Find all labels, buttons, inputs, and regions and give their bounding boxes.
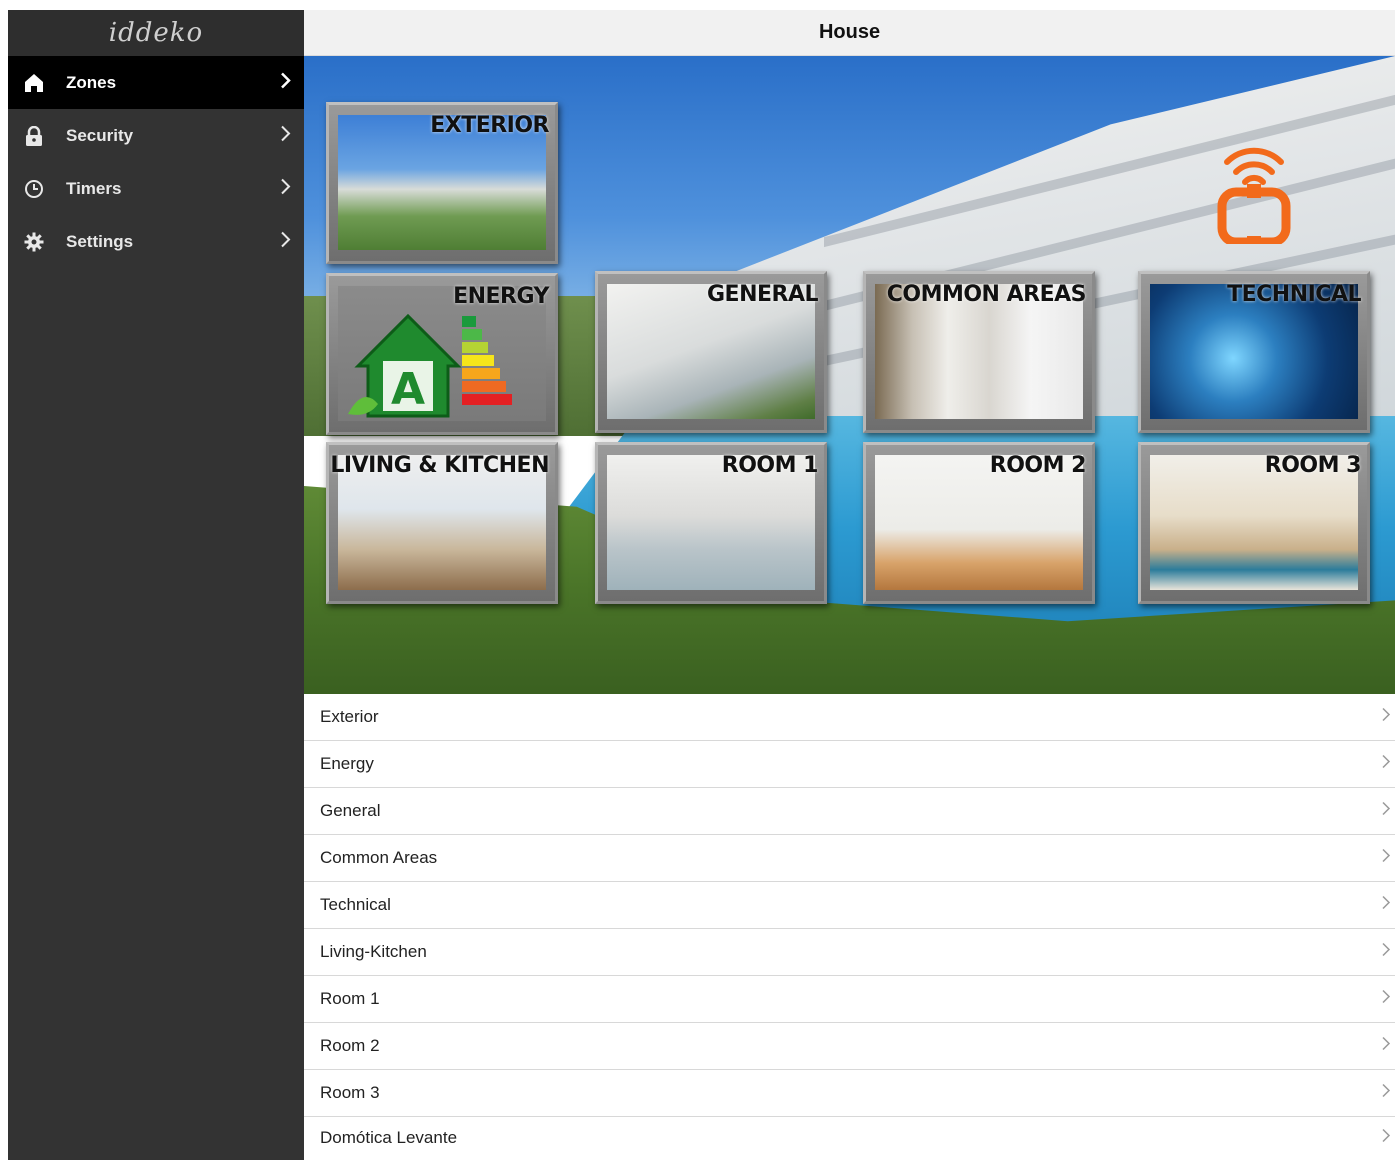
tile-common-areas[interactable]: COMMON AREAS bbox=[863, 271, 1095, 433]
list-item-label: Domótica Levante bbox=[320, 1128, 458, 1147]
tile-label: ROOM 1 bbox=[721, 453, 819, 478]
chevron-right-icon bbox=[1381, 989, 1391, 1010]
sidebar-item-timers[interactable]: Timers bbox=[8, 162, 304, 215]
list-item-label: General bbox=[320, 801, 381, 820]
list-item-label: Energy bbox=[320, 754, 374, 773]
sidebar-item-settings[interactable]: Settings bbox=[8, 215, 304, 268]
chevron-right-icon bbox=[280, 177, 292, 200]
lock-icon bbox=[24, 125, 44, 146]
zone-list: Exterior Energy General Common Areas Tec… bbox=[304, 694, 1395, 1159]
list-item-label: Living-Kitchen bbox=[320, 942, 427, 961]
clock-icon bbox=[24, 179, 44, 199]
tile-label: TECHNICAL bbox=[1227, 282, 1361, 307]
chevron-right-icon bbox=[1381, 895, 1391, 916]
home-icon bbox=[24, 73, 44, 93]
chevron-right-icon bbox=[280, 71, 292, 94]
tile-label: LIVING & KITCHEN bbox=[330, 453, 549, 478]
chevron-right-icon bbox=[280, 124, 292, 147]
tile-technical[interactable]: TECHNICAL bbox=[1138, 271, 1370, 433]
sidebar-item-label: Zones bbox=[66, 72, 117, 92]
list-item[interactable]: Room 3 bbox=[304, 1070, 1395, 1117]
app-logo: iddeko bbox=[8, 10, 304, 56]
list-item[interactable]: General bbox=[304, 788, 1395, 835]
tile-general[interactable]: GENERAL bbox=[595, 271, 827, 433]
list-item-label: Room 1 bbox=[320, 989, 380, 1008]
list-item-label: Technical bbox=[320, 895, 391, 914]
list-item[interactable]: Technical bbox=[304, 882, 1395, 929]
list-item[interactable]: Room 1 bbox=[304, 976, 1395, 1023]
list-item-label: Exterior bbox=[320, 707, 379, 726]
zones-scene: EXTERIOR A ENERGY GENERAL COMMON AREAS T… bbox=[304, 56, 1395, 694]
list-item[interactable]: Exterior bbox=[304, 694, 1395, 741]
page-title: House bbox=[304, 10, 1395, 56]
tile-label: EXTERIOR bbox=[430, 113, 549, 138]
wifi-logo-icon bbox=[1209, 124, 1299, 247]
chevron-right-icon bbox=[1381, 1036, 1391, 1057]
tile-label: ROOM 3 bbox=[1264, 453, 1362, 478]
tile-label: ROOM 2 bbox=[989, 453, 1087, 478]
sidebar-item-label: Settings bbox=[66, 231, 134, 251]
tile-room-1[interactable]: ROOM 1 bbox=[595, 442, 827, 604]
list-item[interactable]: Living-Kitchen bbox=[304, 929, 1395, 976]
chevron-right-icon bbox=[280, 230, 292, 253]
list-item[interactable]: Common Areas bbox=[304, 835, 1395, 882]
chevron-right-icon bbox=[1381, 1128, 1391, 1149]
tile-energy[interactable]: A ENERGY bbox=[326, 273, 558, 435]
sidebar-item-label: Security bbox=[66, 125, 134, 145]
list-item[interactable]: Domótica Levante bbox=[304, 1117, 1395, 1159]
chevron-right-icon bbox=[1381, 1083, 1391, 1104]
list-item[interactable]: Room 2 bbox=[304, 1023, 1395, 1070]
chevron-right-icon bbox=[1381, 801, 1391, 822]
chevron-right-icon bbox=[1381, 754, 1391, 775]
list-item[interactable]: Energy bbox=[304, 741, 1395, 788]
sidebar-item-security[interactable]: Security bbox=[8, 109, 304, 162]
tile-room-2[interactable]: ROOM 2 bbox=[863, 442, 1095, 604]
tile-label: ENERGY bbox=[453, 284, 549, 309]
energy-grade-letter: A bbox=[391, 364, 425, 415]
tile-room-3[interactable]: ROOM 3 bbox=[1138, 442, 1370, 604]
tile-living-kitchen[interactable]: LIVING & KITCHEN bbox=[326, 442, 558, 604]
chevron-right-icon bbox=[1381, 942, 1391, 963]
tile-label: GENERAL bbox=[706, 282, 819, 307]
sidebar: iddeko Zones Security Timers Settings bbox=[8, 10, 304, 1160]
sidebar-item-label: Timers bbox=[66, 178, 122, 198]
chevron-right-icon bbox=[1381, 707, 1391, 728]
sidebar-item-zones[interactable]: Zones bbox=[8, 56, 304, 109]
tile-exterior[interactable]: EXTERIOR bbox=[326, 102, 558, 264]
tile-label: COMMON AREAS bbox=[886, 282, 1087, 307]
chevron-right-icon bbox=[1381, 848, 1391, 869]
gear-icon bbox=[24, 232, 44, 252]
list-item-label: Room 2 bbox=[320, 1036, 380, 1055]
list-item-label: Room 3 bbox=[320, 1083, 380, 1102]
list-item-label: Common Areas bbox=[320, 848, 438, 867]
